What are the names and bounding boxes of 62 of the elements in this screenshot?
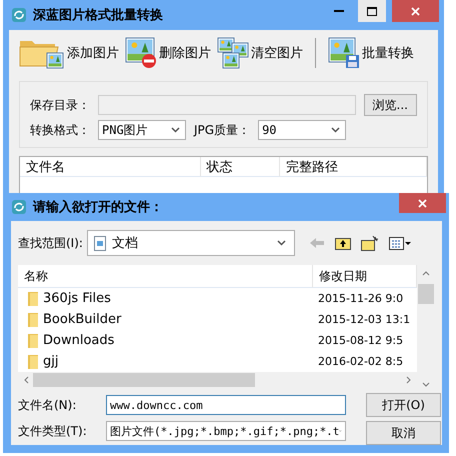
field-label: 保存目录： — [30, 96, 90, 114]
column-header[interactable]: 文件名 — [20, 157, 201, 177]
column-header[interactable]: 名称 — [18, 265, 313, 288]
close-icon — [411, 6, 420, 16]
field-label: JPG质量： — [194, 122, 250, 138]
field-label: 文件类型(T): — [18, 422, 88, 440]
toolbar-button[interactable]: 删除图片 — [125, 37, 211, 69]
image-save-icon — [328, 37, 360, 69]
app-icon — [11, 199, 27, 215]
folder-icon — [27, 354, 39, 370]
quality-dropdown[interactable]: 90 — [258, 120, 346, 140]
look-in-dropdown[interactable]: 文档 — [86, 230, 295, 256]
field-label: 查找范围(I): — [18, 234, 83, 252]
folder-icon — [27, 290, 39, 306]
toolbar-button[interactable]: 清空图片 — [217, 37, 303, 69]
caret-icon — [171, 127, 180, 133]
maximize-button[interactable] — [358, 0, 386, 22]
modified-date: 2015-11-26 9:0 — [317, 291, 404, 307]
column-header[interactable]: 完整路径 — [280, 157, 427, 177]
window-title: 深蓝图片格式批量转换 — [33, 7, 164, 24]
new-folder-icon[interactable] — [360, 236, 379, 250]
folder-item[interactable]: 360js Files — [18, 288, 313, 309]
folder-item[interactable]: gjj — [18, 351, 313, 372]
view-menu-icon[interactable] — [388, 236, 411, 250]
toolbar-button[interactable]: 添加图片 — [19, 37, 119, 69]
field-label: 文件名(N): — [18, 396, 78, 414]
close-icon — [418, 198, 427, 208]
modified-date: 2015-08-12 9:5 — [317, 333, 404, 349]
modified-date: 2016-02-02 8:5 — [317, 354, 404, 370]
document-icon — [94, 236, 106, 250]
modified-date: 2015-12-03 13:1 — [317, 312, 412, 328]
scroll-left-icon[interactable] — [24, 376, 29, 384]
column-header[interactable]: 状态 — [200, 157, 280, 177]
app-icon — [11, 7, 27, 23]
field-label: 转换格式： — [30, 122, 90, 138]
cancel-button[interactable]: 取消 — [366, 421, 441, 445]
scroll-down-icon[interactable] — [422, 382, 430, 387]
image-delete-icon — [125, 37, 157, 69]
open-button[interactable]: 打开(O) — [366, 393, 441, 417]
scrollbar-thumb[interactable] — [418, 284, 434, 304]
scrollbar-thumb[interactable] — [33, 372, 255, 386]
close-button[interactable] — [399, 193, 446, 213]
format-dropdown[interactable]: PNG图片 — [98, 120, 186, 140]
scroll-right-icon[interactable] — [406, 376, 411, 384]
folder-up-icon[interactable] — [334, 236, 351, 250]
close-button[interactable] — [392, 0, 439, 22]
save-directory-field[interactable] — [98, 95, 356, 115]
toolbar-button[interactable]: 批量转换 — [328, 37, 414, 69]
images-icon — [217, 37, 249, 69]
caret-icon — [331, 127, 340, 133]
browse-button[interactable]: 浏览... — [364, 94, 417, 116]
caret-icon — [276, 240, 286, 246]
folder-item[interactable]: Downloads — [18, 330, 313, 351]
folder-icon — [27, 312, 39, 328]
dialog-title: 请输入欲打开的文件： — [33, 198, 164, 216]
file-name-field[interactable]: www.downcc.com — [106, 395, 346, 415]
folder-icon — [27, 332, 39, 348]
maximize-icon — [367, 6, 377, 16]
scroll-up-icon[interactable] — [422, 271, 430, 276]
minimize-icon — [334, 10, 344, 12]
folder-item[interactable]: BookBuilder — [18, 309, 313, 330]
file-type-dropdown[interactable]: 图片文件(*.jpg;*.bmp;*.gif;*.png;*.t — [106, 421, 346, 441]
